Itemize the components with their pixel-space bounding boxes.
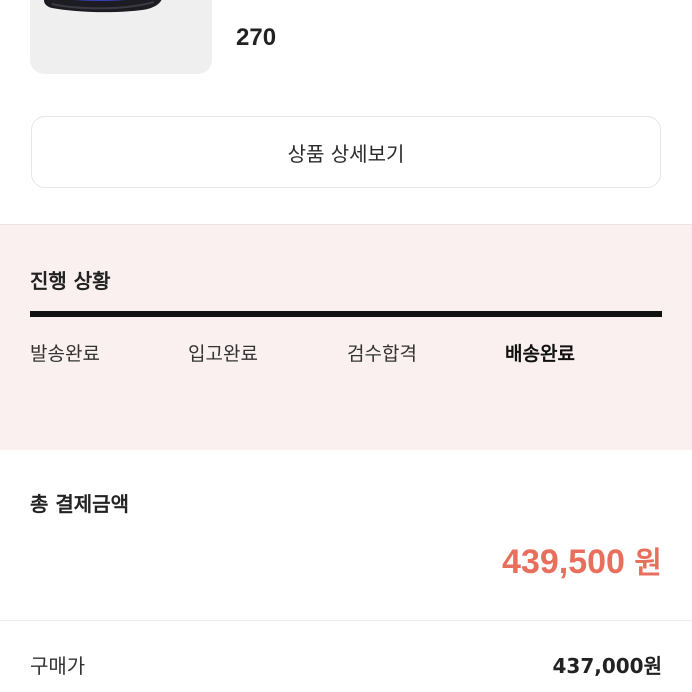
purchase-price-value: 437,000원 bbox=[552, 654, 663, 678]
product-size: 270 bbox=[236, 24, 277, 51]
step-shipped: 발송완료 bbox=[30, 343, 100, 365]
step-inspection-passed: 검수합격 bbox=[347, 343, 417, 365]
progress-bar-fill bbox=[30, 311, 662, 317]
product-thumbnail[interactable] bbox=[30, 0, 212, 74]
progress-section: 진행 상황 발송완료 입고완료 검수합격 배송완료 bbox=[0, 224, 692, 450]
total-payment-value: 439,500 bbox=[502, 543, 625, 581]
total-payment-title: 총 결제금액 bbox=[30, 492, 129, 516]
order-detail-page: 270 상품 상세보기 진행 상황 발송완료 입고완료 검수합격 배송완료 총 … bbox=[0, 0, 692, 692]
divider bbox=[0, 620, 692, 621]
step-delivered: 배송완료 bbox=[505, 343, 575, 365]
sneaker-image-icon bbox=[44, 0, 162, 13]
product-detail-button[interactable]: 상품 상세보기 bbox=[31, 116, 661, 188]
progress-bar bbox=[30, 311, 662, 317]
total-payment-unit: 원 bbox=[634, 546, 662, 581]
purchase-price-label: 구매가 bbox=[30, 654, 86, 678]
step-received: 입고완료 bbox=[188, 343, 258, 365]
total-payment-amount: 439,500 원 bbox=[502, 538, 662, 582]
progress-title: 진행 상황 bbox=[30, 269, 111, 293]
